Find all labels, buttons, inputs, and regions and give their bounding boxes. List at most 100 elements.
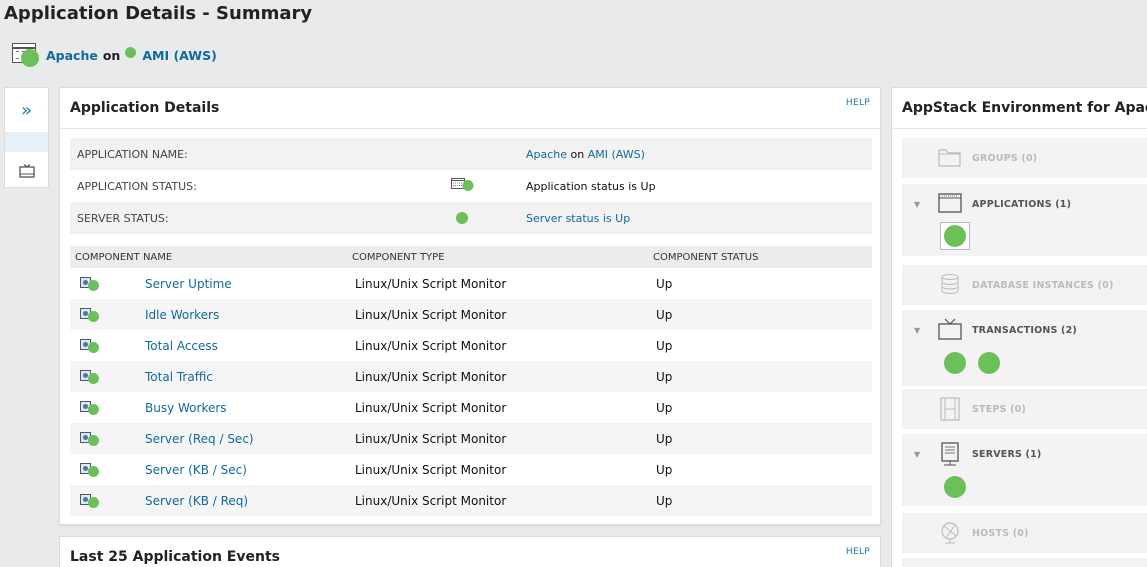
components-table: COMPONENT NAME COMPONENT TYPE COMPONENT …	[70, 246, 872, 516]
application-status-text: Application status is Up	[526, 179, 656, 193]
component-name-link[interactable]: Server (Req / Sec)	[145, 432, 254, 446]
caret-down-icon[interactable]: ▼	[914, 200, 920, 209]
details-table: APPLICATION NAME: Apache on AMI (AWS) AP…	[70, 138, 872, 234]
folder-icon	[938, 146, 962, 170]
application-status-icon	[12, 43, 42, 67]
caret-down-icon[interactable]: ▼	[914, 450, 920, 459]
components-table-header: COMPONENT NAME COMPONENT TYPE COMPONENT …	[70, 246, 872, 268]
component-monitor-icon	[80, 401, 102, 415]
component-name-link[interactable]: Total Traffic	[145, 370, 213, 384]
appstack-groups[interactable]: GROUPS (0)	[902, 138, 1147, 178]
appstack-steps[interactable]: STEPS (0)	[902, 389, 1147, 429]
component-monitor-icon	[80, 339, 102, 353]
table-row: Idle Workers Linux/Unix Script Monitor Up	[70, 299, 872, 330]
steps-label: STEPS (0)	[972, 403, 1027, 415]
component-monitor-icon	[80, 370, 102, 384]
panel-title: Last 25 Application Events	[70, 549, 280, 565]
table-row: Server (KB / Req) Linux/Unix Script Monit…	[70, 485, 872, 516]
component-type: Linux/Unix Script Monitor	[355, 307, 507, 322]
component-type: Linux/Unix Script Monitor	[355, 338, 507, 353]
application-events-panel: Last 25 Application Events HELP	[59, 536, 881, 567]
applications-label: APPLICATIONS (1)	[972, 198, 1072, 210]
component-name-link[interactable]: Total Access	[145, 339, 218, 353]
component-type: Linux/Unix Script Monitor	[355, 400, 507, 415]
groups-label: GROUPS (0)	[972, 152, 1038, 164]
component-status: Up	[656, 338, 673, 353]
application-name-row: APPLICATION NAME: Apache on AMI (AWS)	[70, 138, 872, 170]
transaction-item[interactable]	[944, 352, 966, 374]
caret-down-icon[interactable]: ▼	[914, 326, 920, 335]
left-nav: »	[4, 87, 49, 188]
server-item[interactable]	[944, 476, 966, 498]
application-status-row: APPLICATION STATUS: Application status i…	[70, 170, 872, 202]
component-monitor-icon	[80, 494, 102, 508]
column-component-type: COMPONENT TYPE	[352, 251, 445, 263]
component-monitor-icon	[80, 463, 102, 477]
component-status: Up	[656, 276, 673, 291]
tv-icon[interactable]	[5, 152, 48, 189]
transaction-item[interactable]	[978, 352, 1000, 374]
application-name-label: APPLICATION NAME:	[77, 147, 188, 161]
node-status-icon	[125, 46, 137, 58]
appstack-panel: AppStack Environment for Apache GROUPS (…	[891, 87, 1147, 567]
application-window-icon	[938, 192, 962, 216]
page-title: Application Details - Summary	[4, 3, 313, 24]
hosts-label: HOSTS (0)	[972, 527, 1029, 539]
server-status-label: SERVER STATUS:	[77, 211, 169, 225]
component-status: Up	[656, 307, 673, 322]
component-name-link[interactable]: Idle Workers	[145, 308, 219, 322]
component-name-link[interactable]: Busy Workers	[145, 401, 227, 415]
application-item[interactable]	[940, 222, 970, 250]
help-link[interactable]: HELP	[846, 98, 870, 108]
appstack-more	[902, 558, 1147, 567]
nav-selected-item[interactable]	[5, 132, 48, 152]
double-chevron-right-icon[interactable]: »	[5, 88, 48, 132]
on-text: on	[570, 147, 585, 161]
transactions-label: TRANSACTIONS (2)	[972, 324, 1077, 336]
database-icon	[938, 273, 962, 297]
application-name-link[interactable]: Apache	[526, 148, 567, 161]
component-name-link[interactable]: Server Uptime	[145, 277, 232, 291]
component-type: Linux/Unix Script Monitor	[355, 493, 507, 508]
database-instances-label: DATABASE INSTANCES (0)	[972, 279, 1114, 291]
node-name-link[interactable]: AMI (AWS)	[588, 148, 645, 161]
column-component-name: COMPONENT NAME	[75, 251, 173, 263]
panel-title: AppStack Environment for Apache	[902, 100, 1147, 116]
on-text: on	[102, 47, 121, 63]
table-row: Busy Workers Linux/Unix Script Monitor Up	[70, 392, 872, 423]
server-status-icon	[456, 212, 468, 224]
application-breadcrumb: Apache on AMI (AWS)	[12, 43, 217, 67]
panel-title: Application Details	[70, 100, 220, 116]
appstack-applications[interactable]: ▼ APPLICATIONS (1)	[902, 184, 1147, 256]
application-details-panel: Application Details HELP APPLICATION NAM…	[59, 87, 881, 525]
node-link[interactable]: AMI (AWS)	[142, 48, 216, 63]
appstack-transactions[interactable]: ▼ TRANSACTIONS (2)	[902, 310, 1147, 386]
component-status: Up	[656, 369, 673, 384]
table-row: Server (Req / Sec) Linux/Unix Script Moni…	[70, 423, 872, 454]
application-status-label: APPLICATION STATUS:	[77, 179, 197, 193]
application-link[interactable]: Apache	[46, 48, 98, 63]
table-row: Server (KB / Sec) Linux/Unix Script Monit…	[70, 454, 872, 485]
status-up-dot-icon	[944, 225, 966, 247]
column-component-status: COMPONENT STATUS	[653, 251, 759, 263]
help-link[interactable]: HELP	[846, 547, 870, 557]
component-name-link[interactable]: Server (KB / Sec)	[145, 463, 247, 477]
component-name-link[interactable]: Server (KB / Req)	[145, 494, 248, 508]
component-type: Linux/Unix Script Monitor	[355, 369, 507, 384]
server-icon	[938, 442, 962, 466]
server-status-row: SERVER STATUS: Server status is Up	[70, 202, 872, 234]
appstack-database-instances[interactable]: DATABASE INSTANCES (0)	[902, 265, 1147, 305]
component-type: Linux/Unix Script Monitor	[355, 431, 507, 446]
appstack-hosts[interactable]: HOSTS (0)	[902, 513, 1147, 553]
component-status: Up	[656, 493, 673, 508]
component-type: Linux/Unix Script Monitor	[355, 276, 507, 291]
globe-host-icon	[938, 521, 962, 545]
tv-icon	[938, 318, 962, 342]
component-status: Up	[656, 400, 673, 415]
table-row: Total Access Linux/Unix Script Monitor Up	[70, 330, 872, 361]
application-status-icon	[451, 177, 475, 195]
appstack-servers[interactable]: ▼ SERVERS (1)	[902, 434, 1147, 506]
server-status-link[interactable]: Server status is Up	[526, 212, 630, 225]
component-monitor-icon	[80, 277, 102, 291]
component-monitor-icon	[80, 432, 102, 446]
